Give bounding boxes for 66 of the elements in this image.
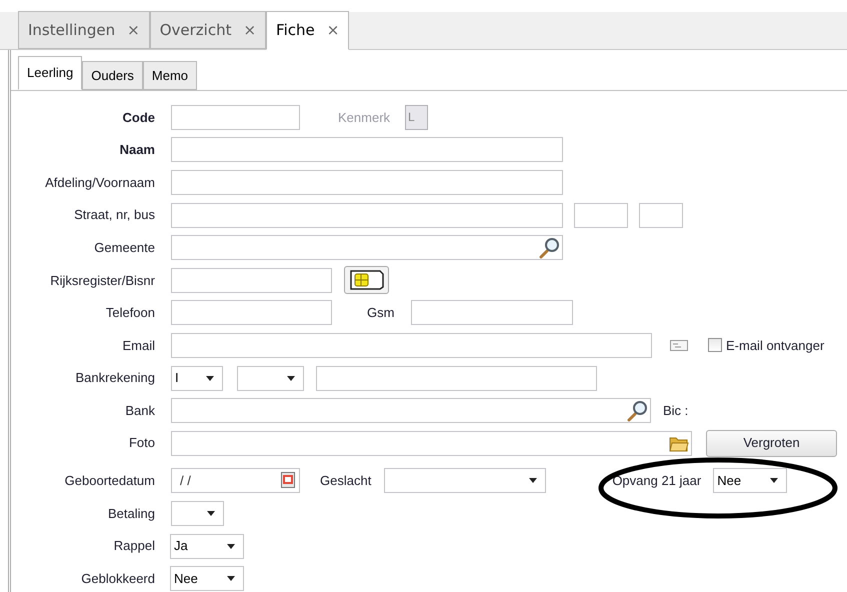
tab[interactable]: Instellingen ×: [18, 11, 150, 49]
field-label: Bic :: [663, 402, 688, 420]
field-label: Geslacht: [320, 472, 372, 490]
dropdown[interactable]: Ja: [170, 534, 244, 559]
dropdown[interactable]: Nee: [170, 566, 244, 592]
field-label: Rappel: [114, 537, 155, 556]
folder-icon[interactable]: [669, 434, 689, 452]
vergroten-button[interactable]: Vergroten: [706, 430, 837, 457]
card-reader-button[interactable]: [344, 266, 389, 294]
input-field[interactable]: [171, 430, 692, 456]
checkbox-label: E-mail ontvanger: [726, 336, 824, 355]
field-label: Rijksregister/Bisnr: [50, 272, 155, 290]
field-label: Geblokkeerd: [81, 570, 155, 588]
input-field[interactable]: [171, 137, 563, 162]
input-field[interactable]: [171, 202, 563, 228]
dropdown[interactable]: I: [171, 366, 223, 391]
field-label: Straat, nr, bus: [74, 206, 155, 224]
input-field[interactable]: [171, 332, 652, 358]
field-label: Code: [122, 108, 155, 127]
input-field[interactable]: [316, 366, 597, 391]
field-label: Afdeling/Voornaam: [45, 174, 155, 192]
caret-icon: [207, 510, 215, 516]
input-field[interactable]: [171, 398, 651, 424]
field-label: Foto: [128, 434, 155, 452]
chip-card-icon: [350, 270, 384, 290]
tab[interactable]: Leerling: [18, 56, 82, 90]
caret-icon: [770, 478, 778, 484]
search-icon[interactable]: [538, 236, 560, 259]
field-label: Gsm: [367, 304, 394, 322]
field-label: Gemeente: [94, 238, 155, 257]
checkbox[interactable]: [708, 338, 722, 352]
field-label: Naam: [120, 141, 155, 160]
input-field[interactable]: [574, 202, 628, 228]
caret-icon: [227, 544, 235, 549]
field-label: Geboortedatum: [64, 472, 155, 490]
tab[interactable]: Fiche ×: [266, 11, 350, 50]
input-field: L: [405, 104, 428, 130]
input-field[interactable]: [171, 235, 563, 260]
field-label: Bank: [125, 402, 155, 420]
input-field[interactable]: [171, 170, 563, 195]
input-field[interactable]: [639, 202, 683, 228]
field-label: Kenmerk: [338, 108, 390, 127]
field-label: Bankrekening: [76, 369, 155, 388]
calendar-icon[interactable]: [281, 472, 296, 490]
dropdown[interactable]: Nee: [713, 468, 788, 494]
caret-icon: [287, 376, 295, 381]
field-label: Email: [122, 336, 155, 355]
caret-icon: [529, 478, 538, 484]
field-label: Betaling: [108, 504, 155, 523]
dropdown[interactable]: [237, 366, 304, 391]
field-label: Opvang 21 jaar: [612, 472, 702, 490]
input-field[interactable]: [171, 300, 332, 326]
tab[interactable]: Ouders: [82, 61, 143, 90]
dropdown[interactable]: [384, 468, 546, 494]
envelope-icon[interactable]: [670, 340, 688, 351]
input-field[interactable]: [171, 268, 332, 293]
caret-icon: [206, 376, 214, 381]
input-field[interactable]: [171, 104, 300, 130]
input-field[interactable]: [411, 300, 574, 326]
date-field[interactable]: / /: [171, 468, 300, 494]
tab[interactable]: Memo: [142, 61, 198, 90]
search-icon[interactable]: [626, 400, 648, 422]
dropdown[interactable]: [171, 500, 224, 526]
tab[interactable]: Overzicht ×: [150, 11, 266, 49]
field-label: Telefoon: [106, 304, 155, 322]
caret-icon: [227, 576, 235, 582]
